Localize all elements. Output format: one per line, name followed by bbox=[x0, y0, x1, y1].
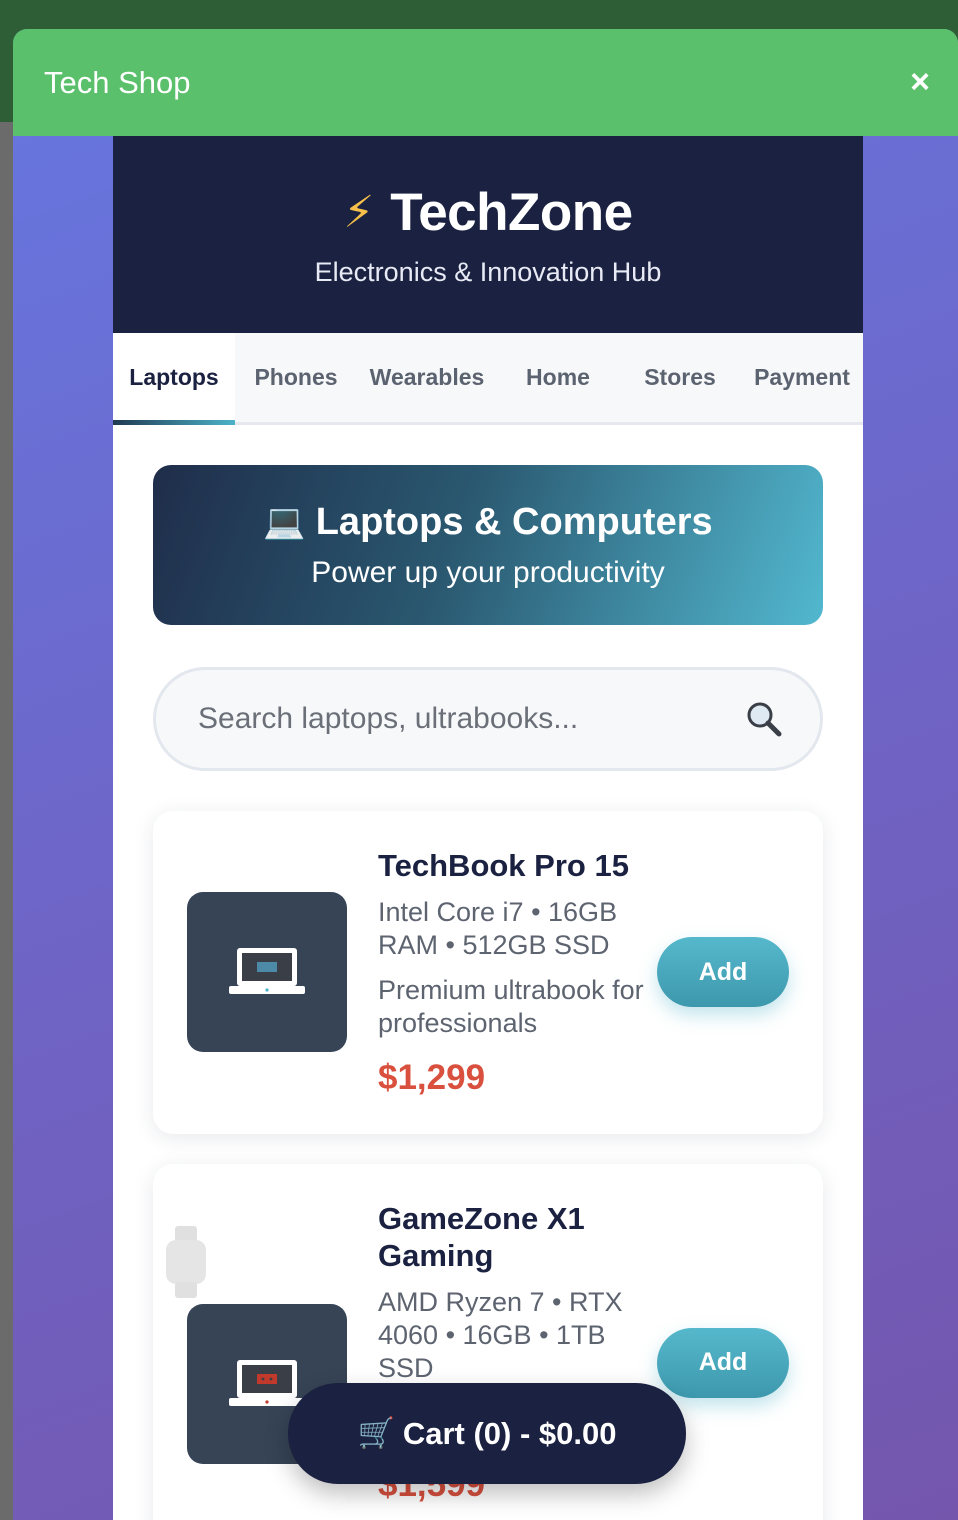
laptop-icon bbox=[229, 1359, 305, 1406]
tab-wearables[interactable]: Wearables bbox=[357, 333, 497, 422]
product-name: TechBook Pro 15 bbox=[378, 848, 629, 883]
laptop-icon: 💻 bbox=[263, 503, 306, 541]
category-banner: 💻 Laptops & Computers Power up your prod… bbox=[153, 465, 823, 625]
product-description: Premium ultrabook for professionals bbox=[378, 975, 644, 1038]
tab-payment[interactable]: Payment bbox=[741, 333, 863, 422]
product-image bbox=[187, 892, 347, 1053]
cart-button[interactable]: 🛒 Cart (0) - $0.00 bbox=[288, 1383, 686, 1484]
banner-title: Laptops & Computers bbox=[315, 500, 713, 543]
add-to-cart-button[interactable]: Add bbox=[657, 937, 789, 1008]
product-card: TechBook Pro 15 Intel Core i7 • 16GB RAM… bbox=[153, 811, 823, 1134]
search-icon[interactable] bbox=[744, 699, 784, 739]
cart-icon: 🛒 bbox=[357, 1417, 395, 1450]
tab-laptops[interactable]: Laptops bbox=[113, 333, 235, 425]
search-input[interactable] bbox=[198, 702, 718, 736]
close-button[interactable]: × bbox=[902, 63, 938, 101]
search-bar bbox=[153, 667, 823, 771]
tab-stores[interactable]: Stores bbox=[619, 333, 741, 422]
tab-home[interactable]: Home bbox=[497, 333, 619, 422]
backdrop bbox=[0, 122, 13, 1520]
add-to-cart-button[interactable]: Add bbox=[657, 1327, 789, 1398]
product-name: GameZone X1 Gaming bbox=[378, 1200, 585, 1274]
watch-icon bbox=[166, 1226, 206, 1298]
main-content: 💻 Laptops & Computers Power up your prod… bbox=[113, 425, 863, 1520]
product-specs: AMD Ryzen 7 • RTX 4060 • 16GB • 1TB SSD bbox=[378, 1287, 623, 1384]
lightning-icon: ⚡ bbox=[343, 187, 375, 237]
brand-subtitle: Electronics & Innovation Hub bbox=[314, 256, 662, 287]
brand-name: TechZone bbox=[390, 182, 633, 242]
product-price: $1,299 bbox=[378, 1057, 486, 1097]
modal-title: Tech Shop bbox=[44, 64, 191, 100]
banner-subtitle: Power up your productivity bbox=[311, 555, 665, 589]
banner-title-row: 💻 Laptops & Computers bbox=[263, 501, 712, 544]
close-icon: × bbox=[910, 63, 930, 101]
tab-phones[interactable]: Phones bbox=[235, 333, 357, 422]
hero-header: ⚡ TechZone Electronics & Innovation Hub bbox=[113, 136, 863, 333]
category-tabs: Laptops Phones Wearables Home Stores Pay… bbox=[113, 333, 863, 425]
product-specs: Intel Core i7 • 16GB RAM • 512GB SSD bbox=[378, 897, 618, 961]
brand: ⚡ TechZone bbox=[343, 182, 633, 243]
laptop-icon bbox=[229, 948, 305, 995]
cart-label: Cart (0) - $0.00 bbox=[402, 1415, 617, 1451]
shop-app: ⚡ TechZone Electronics & Innovation Hub … bbox=[113, 136, 863, 1520]
modal-window: Tech Shop × ⚡ TechZone Electronics & Inn… bbox=[13, 29, 958, 1520]
modal-header: Tech Shop × bbox=[13, 29, 958, 136]
product-info: TechBook Pro 15 Intel Core i7 • 16GB RAM… bbox=[378, 847, 648, 1098]
